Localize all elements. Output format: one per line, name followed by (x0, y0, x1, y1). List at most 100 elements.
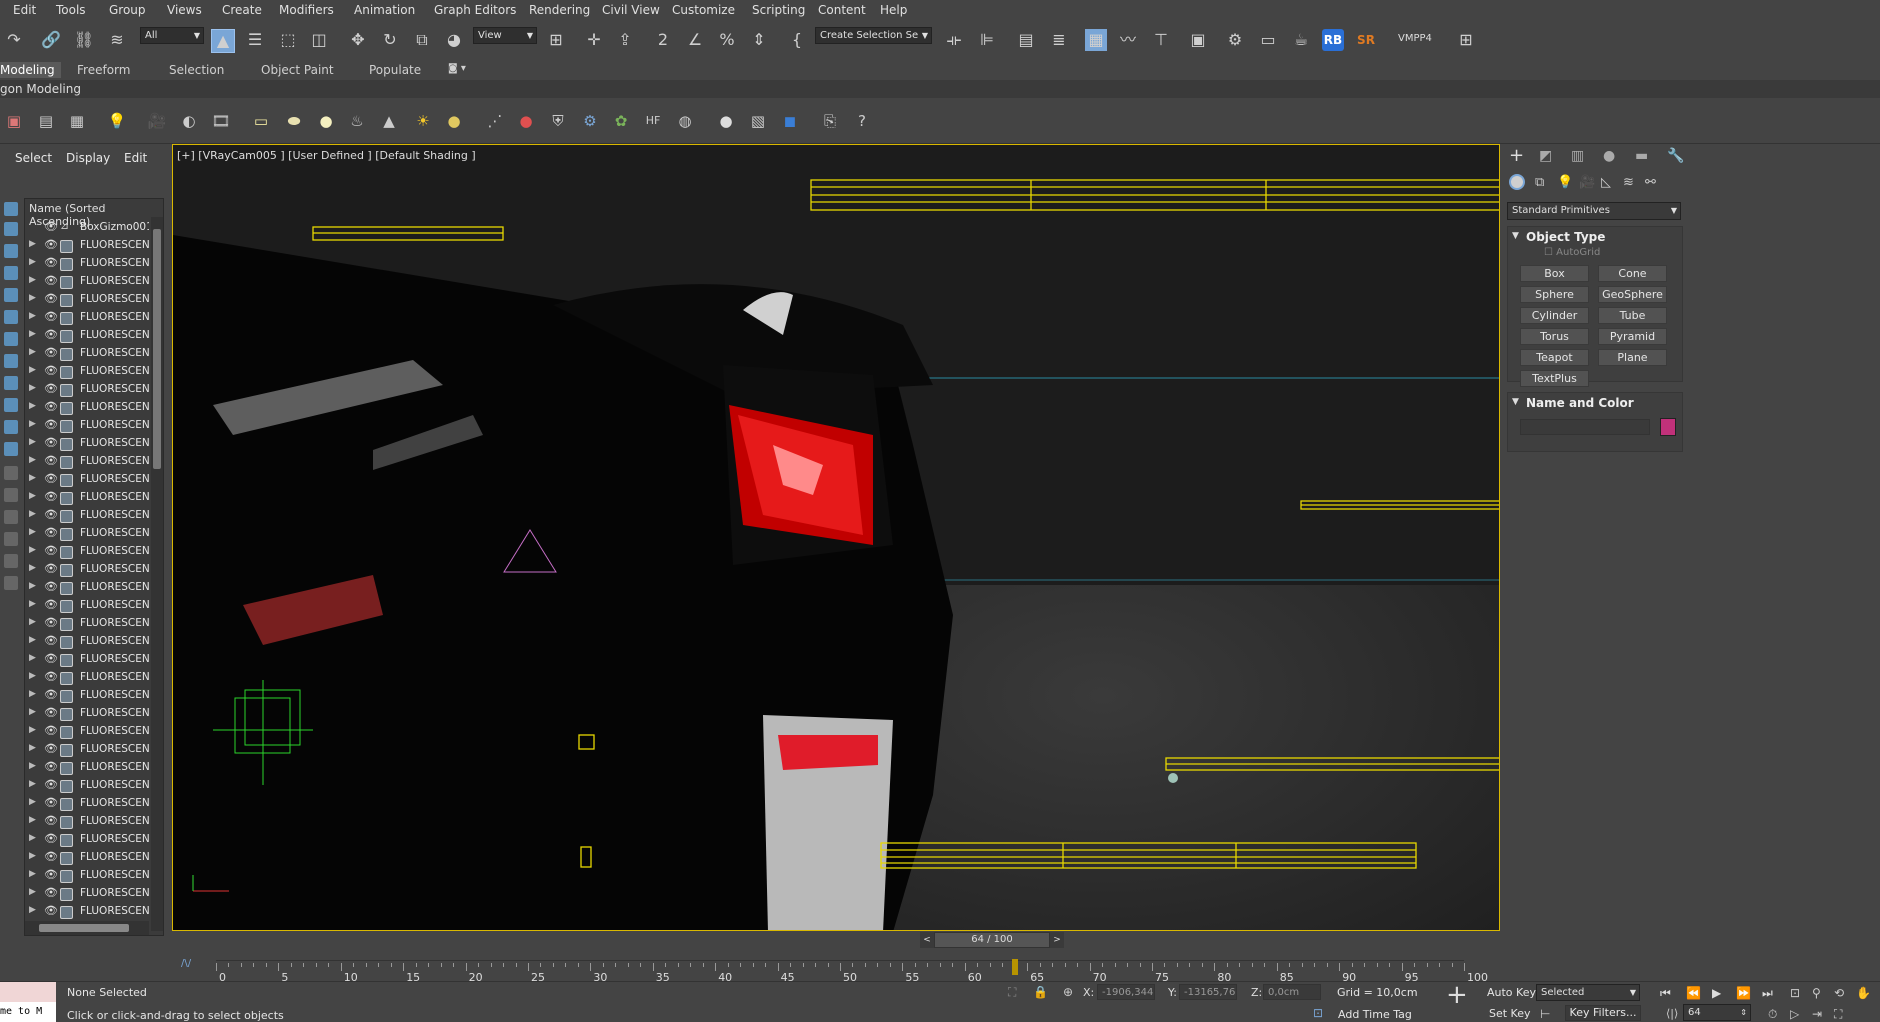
visibility-eye-icon[interactable]: 👁 (44, 688, 58, 701)
list-item-fluorescent[interactable]: ▶ 👁 FLUORESCEN (25, 867, 149, 885)
list-item-fluorescent[interactable]: ▶ 👁 FLUORESCEN (25, 399, 149, 417)
visibility-eye-icon[interactable]: 👁 (44, 508, 58, 521)
visibility-eye-icon[interactable]: 👁 (44, 382, 58, 395)
sphere-button[interactable]: Sphere (1520, 286, 1589, 303)
visibility-eye-icon[interactable]: 👁 (44, 454, 58, 467)
expand-arrow-icon[interactable]: ▶ (29, 257, 36, 267)
list-item-fluorescent[interactable]: ▶ 👁 FLUORESCEN (25, 543, 149, 561)
visibility-eye-icon[interactable]: 👁 (44, 472, 58, 485)
list-item-fluorescent[interactable]: ▶ 👁 FLUORESCEN (25, 435, 149, 453)
curve-editor-icon[interactable]: 〰 (1117, 29, 1139, 51)
visibility-eye-icon[interactable]: 👁 (44, 238, 58, 251)
scene-tab-display[interactable]: Display (66, 151, 110, 165)
current-frame-field[interactable]: 64 ⇕ (1683, 1004, 1751, 1021)
expand-arrow-icon[interactable]: ▶ (29, 365, 36, 375)
expand-arrow-icon[interactable]: ▶ (29, 653, 36, 663)
x-coordinate-field[interactable]: -1906,344 (1097, 984, 1155, 1000)
display-tab-icon[interactable]: ▬ (1635, 148, 1648, 164)
list-item-fluorescent[interactable]: ▶ 👁 FLUORESCEN (25, 507, 149, 525)
plane-light-icon[interactable]: ▭ (250, 110, 272, 132)
list-item-fluorescent[interactable]: ▶ 👁 FLUORESCEN (25, 777, 149, 795)
redo-icon[interactable]: ↷ (3, 29, 25, 51)
object-type-title[interactable]: Object Type (1526, 230, 1605, 244)
proxy-icon[interactable]: ⛨ (547, 110, 569, 132)
sun-icon[interactable]: ☀ (412, 110, 434, 132)
cylinder-button[interactable]: Cylinder (1520, 307, 1589, 324)
list-item-fluorescent[interactable]: ▶ 👁 FLUORESCEN (25, 417, 149, 435)
tab-selection[interactable]: Selection (169, 63, 224, 77)
list-item-fluorescent[interactable]: ▶ 👁 FLUORESCEN (25, 669, 149, 687)
visibility-eye-icon[interactable]: 👁 (44, 346, 58, 359)
expand-arrow-icon[interactable]: ▶ (29, 239, 36, 249)
ies-light-icon[interactable]: ▲ (378, 110, 400, 132)
list-item-fluorescent[interactable]: ▶ 👁 FLUORESCEN (25, 849, 149, 867)
list-item-fluorescent[interactable]: ▶ 👁 FLUORESCEN (25, 579, 149, 597)
options-icon[interactable] (4, 532, 18, 546)
auto-key-button[interactable]: Auto Key (1487, 986, 1536, 999)
rect-selection-icon[interactable]: ⬚ (277, 29, 299, 51)
window-crossing-icon[interactable]: ◫ (308, 29, 330, 51)
box-button[interactable]: Box (1520, 265, 1589, 282)
visibility-eye-icon[interactable]: 👁 (44, 904, 58, 917)
visibility-eye-icon[interactable]: 👁 (44, 814, 58, 827)
display-none-icon[interactable] (4, 488, 18, 502)
list-item-fluorescent[interactable]: ▶ 👁 FLUORESCEN (25, 831, 149, 849)
helpers-category-icon[interactable]: ◺ (1601, 175, 1611, 190)
table-icon[interactable]: ▦ (66, 110, 88, 132)
list-item-fluorescent[interactable]: ▶ 👁 FLUORESCEN (25, 723, 149, 741)
rollout-collapse-icon[interactable]: ▼ (1512, 397, 1519, 407)
menu-views[interactable]: Views (167, 3, 202, 17)
motion-tab-icon[interactable]: ● (1603, 148, 1615, 164)
expand-arrow-icon[interactable]: ▶ (29, 599, 36, 609)
select-manipulate-icon[interactable]: ✛ (583, 29, 605, 51)
display-helpers-icon[interactable] (4, 288, 18, 302)
expand-arrow-icon[interactable]: ▶ (29, 743, 36, 753)
visibility-eye-icon[interactable]: 👁 (44, 832, 58, 845)
light-lister-icon[interactable]: 💡 (106, 110, 128, 132)
visibility-eye-icon[interactable]: 👁 (44, 364, 58, 377)
list-item-fluorescent[interactable]: ▶ 👁 FLUORESCEN (25, 687, 149, 705)
scene-tab-select[interactable]: Select (15, 151, 52, 165)
menu-tools[interactable]: Tools (56, 3, 86, 17)
list-item-fluorescent[interactable]: ▶ 👁 FLUORESCEN (25, 795, 149, 813)
visibility-eye-icon[interactable]: 👁 (44, 310, 58, 323)
viewport-label[interactable]: [+] [VRayCam005 ] [User Defined ] [Defau… (177, 149, 476, 162)
timeline-playhead[interactable] (1011, 959, 1018, 975)
expand-arrow-icon[interactable]: ▶ (29, 797, 36, 807)
menu-customize[interactable]: Customize (672, 3, 735, 17)
expand-arrow-icon[interactable]: ▶ (29, 761, 36, 771)
expand-arrow-icon[interactable]: ▶ (29, 455, 36, 465)
visibility-eye-icon[interactable]: 👁 (44, 724, 58, 737)
list-item-fluorescent[interactable]: ▶ 👁 FLUORESCEN (25, 813, 149, 831)
tab-modeling[interactable]: Modeling (0, 62, 61, 78)
visibility-eye-icon[interactable]: 👁 (44, 526, 58, 539)
visibility-eye-icon[interactable]: 👁 (44, 436, 58, 449)
expand-arrow-icon[interactable]: ▶ (29, 419, 36, 429)
rendered-frame-icon[interactable]: ▭ (1257, 29, 1279, 51)
maxscript-listener-top[interactable] (0, 982, 56, 1002)
list-item-fluorescent[interactable]: ▶ 👁 FLUORESCEN (25, 651, 149, 669)
utilities-tab-icon[interactable]: 🔧 (1667, 148, 1684, 164)
object-color-swatch[interactable] (1660, 418, 1676, 436)
list-item-fluorescent[interactable]: ▶ 👁 FLUORESCEN (25, 237, 149, 255)
expand-arrow-icon[interactable]: ▶ (29, 329, 36, 339)
display-all-icon[interactable] (4, 466, 18, 480)
expand-arrow-icon[interactable]: ▶ (29, 617, 36, 627)
isolate-icon[interactable]: ⛶ (1008, 985, 1016, 1000)
render-cam-icon[interactable]: ◼ (779, 110, 801, 132)
vmpp-button[interactable]: VMPP4 (1398, 33, 1432, 44)
list-item-fluorescent[interactable]: ▶ 👁 FLUORESCEN (25, 363, 149, 381)
keyboard-shortcut-icon[interactable]: ⇪ (614, 29, 636, 51)
gear-icon[interactable]: ⚙ (579, 110, 601, 132)
menu-group[interactable]: Group (109, 3, 146, 17)
visibility-eye-icon[interactable]: 👁 (44, 652, 58, 665)
display-containers-icon[interactable] (4, 398, 18, 412)
menu-edit[interactable]: Edit (13, 3, 36, 17)
maxscript-input[interactable]: me to M (0, 1002, 56, 1022)
disc-light-icon[interactable]: ⬬ (283, 110, 305, 132)
visibility-eye-icon[interactable]: 👁 (44, 670, 58, 683)
visibility-eye-icon[interactable]: 👁 (44, 292, 58, 305)
layer-icon[interactable] (4, 576, 18, 590)
list-scrollbar[interactable] (151, 217, 163, 931)
time-config-icon[interactable]: ⏱ (1768, 1007, 1777, 1022)
